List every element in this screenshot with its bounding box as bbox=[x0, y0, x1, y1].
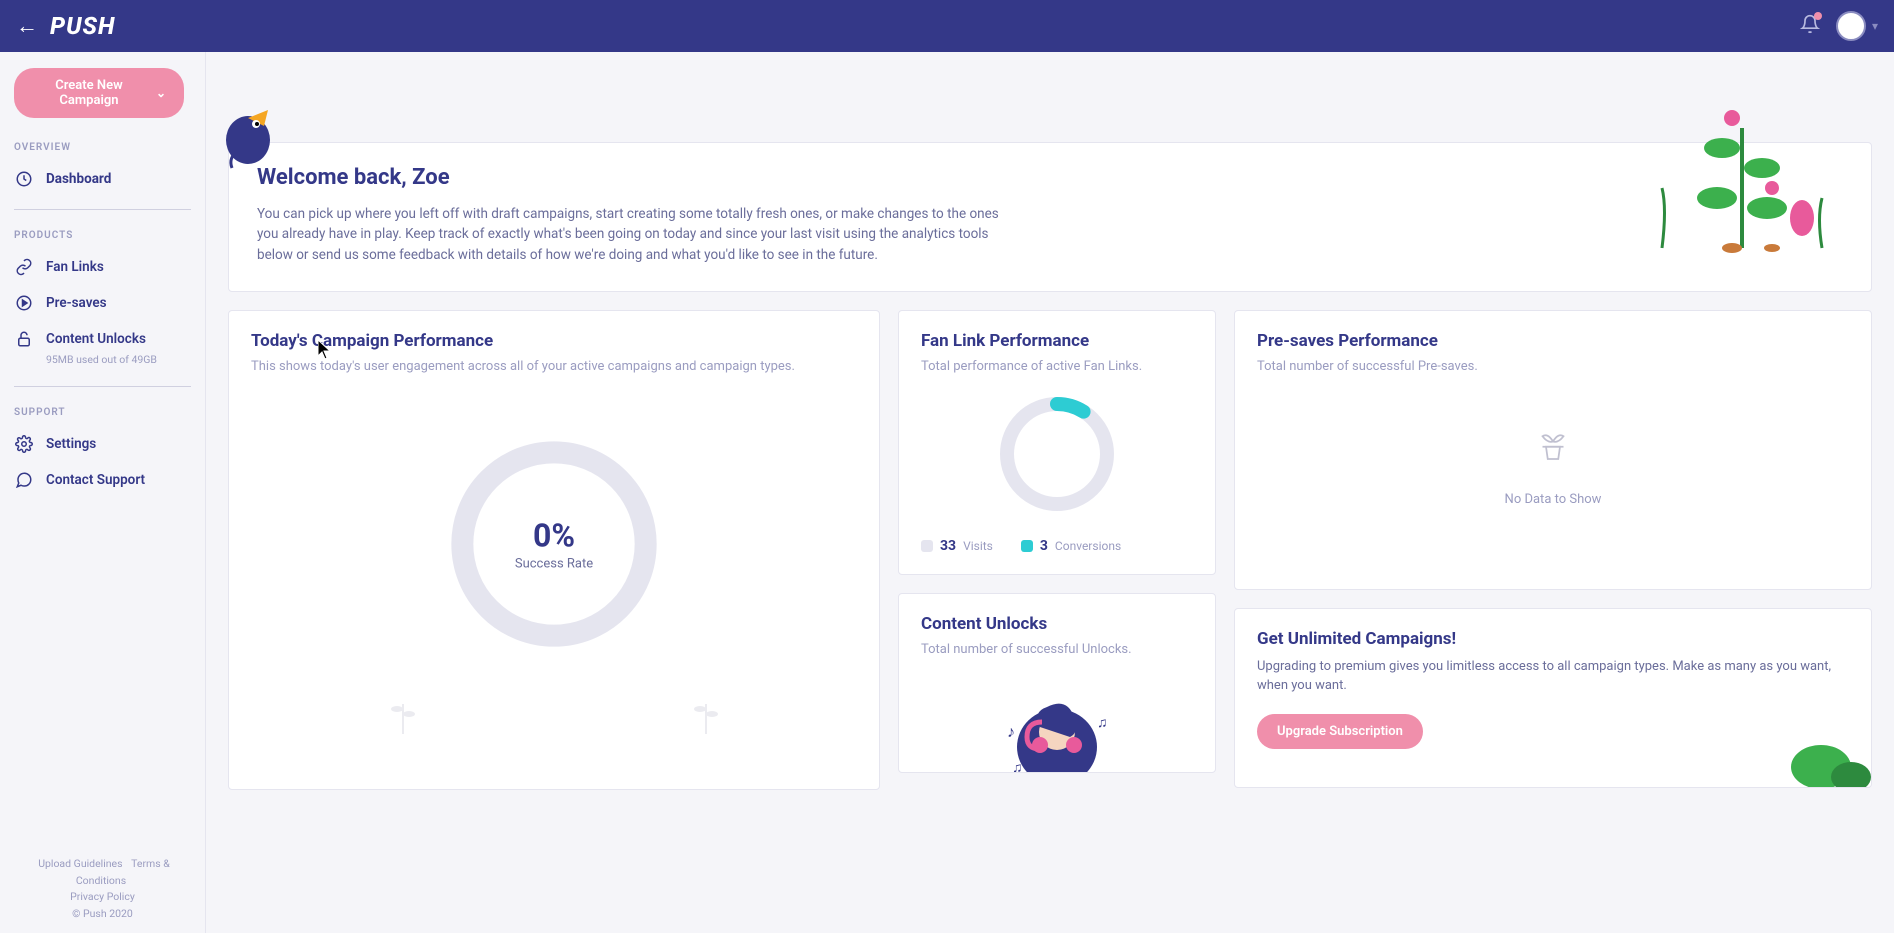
welcome-body: You can pick up where you left off with … bbox=[257, 204, 1017, 265]
card-subtitle: This shows today's user engagement acros… bbox=[251, 359, 857, 374]
gear-icon bbox=[14, 434, 34, 454]
sidebar-item-pre-saves[interactable]: Pre-saves bbox=[14, 285, 191, 321]
chat-icon bbox=[14, 470, 34, 490]
sidebar-footer: Upload Guidelines Terms & Conditions Pri… bbox=[14, 856, 191, 923]
empty-state: No Data to Show bbox=[1257, 394, 1849, 537]
sidebar-item-dashboard[interactable]: Dashboard bbox=[14, 161, 191, 197]
plant-small-icon bbox=[383, 684, 423, 734]
upgrade-subscription-button[interactable]: Upgrade Subscription bbox=[1257, 714, 1423, 749]
sidebar-item-content-unlocks[interactable]: Content Unlocks bbox=[14, 321, 191, 357]
plants-corner-illustration bbox=[1761, 727, 1872, 788]
chevron-down-icon: ▾ bbox=[1872, 19, 1878, 33]
fan-link-donut bbox=[997, 394, 1117, 514]
chevron-down-icon: ⌄ bbox=[156, 86, 166, 100]
sidebar-item-label: Contact Support bbox=[46, 472, 145, 488]
user-menu[interactable]: ▾ bbox=[1836, 11, 1878, 41]
success-rate-value: 0% bbox=[515, 516, 593, 554]
sidebar: Create New Campaign ⌄ OVERVIEW Dashboard… bbox=[0, 52, 206, 933]
sidebar-item-contact-support[interactable]: Contact Support bbox=[14, 462, 191, 498]
music-girl-illustration: ♪ ♫ ♫ bbox=[992, 677, 1122, 773]
avatar bbox=[1836, 11, 1866, 41]
conversions-swatch bbox=[1021, 540, 1033, 552]
section-support-label: SUPPORT bbox=[14, 407, 191, 418]
sidebar-item-label: Settings bbox=[46, 436, 96, 452]
visits-swatch bbox=[921, 540, 933, 552]
section-overview-label: OVERVIEW bbox=[14, 142, 191, 153]
top-bar: ← PUSH ▾ bbox=[0, 0, 1894, 52]
svg-text:♪: ♪ bbox=[1007, 722, 1015, 741]
empty-state-text: No Data to Show bbox=[1257, 492, 1849, 507]
card-subtitle: Total number of successful Pre-saves. bbox=[1257, 359, 1849, 374]
sidebar-item-settings[interactable]: Settings bbox=[14, 426, 191, 462]
main-content: Welcome back, Zoe You can pick up where … bbox=[206, 52, 1894, 933]
svg-text:♫: ♫ bbox=[1012, 760, 1023, 773]
create-campaign-label: Create New Campaign bbox=[32, 78, 146, 108]
conversions-count: 3 bbox=[1040, 538, 1048, 554]
card-title: Today's Campaign Performance bbox=[251, 331, 857, 351]
footer-copyright: © Push 2020 bbox=[14, 906, 191, 923]
section-products-label: PRODUCTS bbox=[14, 230, 191, 241]
conversions-label: Conversions bbox=[1055, 539, 1121, 553]
notification-badge bbox=[1814, 12, 1822, 20]
brand-logo[interactable]: PUSH bbox=[50, 12, 115, 40]
fan-link-legend: 33 Visits 3 Conversions bbox=[921, 538, 1193, 554]
link-icon bbox=[14, 257, 34, 277]
sidebar-item-label: Fan Links bbox=[46, 259, 104, 275]
presave-icon bbox=[14, 293, 34, 313]
svg-text:♫: ♫ bbox=[1097, 715, 1108, 731]
notifications-bell-icon[interactable] bbox=[1800, 14, 1820, 38]
card-title: Fan Link Performance bbox=[921, 331, 1193, 351]
fan-link-performance-card: Fan Link Performance Total performance o… bbox=[898, 310, 1216, 575]
create-campaign-button[interactable]: Create New Campaign ⌄ bbox=[14, 68, 184, 118]
back-arrow-icon[interactable]: ← bbox=[16, 13, 38, 39]
upgrade-body: Upgrading to premium gives you limitless… bbox=[1257, 657, 1849, 696]
bird-illustration bbox=[220, 100, 276, 170]
card-subtitle: Total performance of active Fan Links. bbox=[921, 359, 1193, 374]
dashboard-icon bbox=[14, 169, 34, 189]
success-rate-label: Success Rate bbox=[515, 556, 593, 571]
card-title: Pre-saves Performance bbox=[1257, 331, 1849, 351]
success-rate-donut: 0% Success Rate bbox=[444, 434, 664, 654]
welcome-title: Welcome back, Zoe bbox=[257, 165, 1843, 190]
sidebar-item-label: Dashboard bbox=[46, 171, 111, 187]
card-title: Get Unlimited Campaigns! bbox=[1257, 629, 1849, 649]
unlimited-campaigns-card: Get Unlimited Campaigns! Upgrading to pr… bbox=[1234, 608, 1872, 788]
sidebar-item-fan-links[interactable]: Fan Links bbox=[14, 249, 191, 285]
unlock-icon bbox=[14, 329, 34, 349]
welcome-card: Welcome back, Zoe You can pick up where … bbox=[228, 142, 1872, 292]
card-title: Content Unlocks bbox=[921, 614, 1193, 634]
empty-plant-icon bbox=[1532, 424, 1574, 466]
card-subtitle: Total number of successful Unlocks. bbox=[921, 642, 1193, 657]
sidebar-item-label: Content Unlocks bbox=[46, 331, 146, 347]
content-unlocks-storage: 95MB used out of 49GB bbox=[46, 353, 191, 366]
footer-upload-guidelines[interactable]: Upload Guidelines bbox=[38, 857, 122, 870]
pre-saves-performance-card: Pre-saves Performance Total number of su… bbox=[1234, 310, 1872, 590]
footer-privacy[interactable]: Privacy Policy bbox=[70, 890, 135, 903]
plant-small-icon bbox=[686, 684, 726, 734]
sidebar-item-label: Pre-saves bbox=[46, 295, 107, 311]
today-performance-card: Today's Campaign Performance This shows … bbox=[228, 310, 880, 790]
visits-label: Visits bbox=[963, 539, 993, 553]
visits-count: 33 bbox=[940, 538, 956, 554]
plants-illustration bbox=[1632, 88, 1852, 258]
content-unlocks-card: Content Unlocks Total number of successf… bbox=[898, 593, 1216, 773]
